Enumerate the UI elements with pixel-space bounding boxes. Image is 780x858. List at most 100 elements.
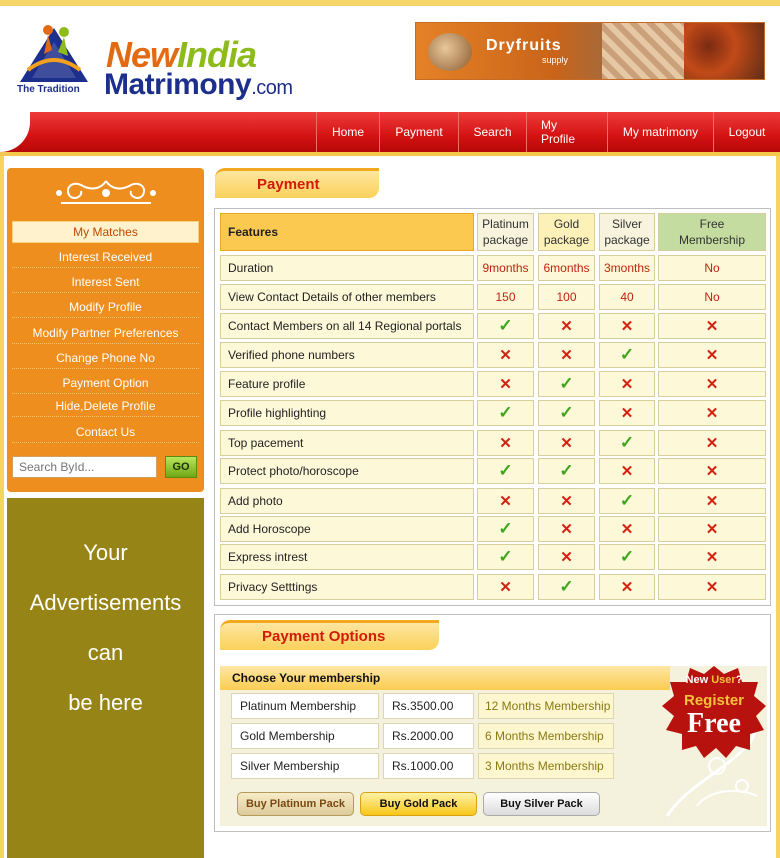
nav-my-matrimony[interactable]: My matrimony: [607, 112, 713, 152]
register-free-badge[interactable]: New User? Register Free: [660, 664, 768, 762]
sidebar-item-contact-us[interactable]: Contact Us: [12, 421, 199, 443]
feature-name: Protect photo/horoscope: [220, 458, 474, 484]
check-icon: ✓: [477, 313, 534, 339]
cross-icon: ✕: [658, 371, 766, 397]
payment-options-heading: Payment Options: [220, 620, 439, 650]
cross-icon: ✕: [658, 430, 766, 456]
cross-icon: ✕: [538, 488, 595, 514]
logo-emblem-icon: [20, 25, 88, 82]
plan-name-silver: Silver Membership: [231, 753, 379, 779]
top-strip: [0, 0, 780, 6]
choose-membership-bar: Choose Your membership: [220, 666, 670, 690]
check-icon: ✓: [477, 458, 534, 484]
feature-value: 3months: [599, 255, 655, 281]
site-logo[interactable]: NewIndia Matrimony.com The Tradition: [14, 18, 324, 104]
check-icon: ✓: [477, 516, 534, 542]
ad-title: Dryfruits: [486, 37, 562, 54]
new-user-label: New User?: [685, 674, 743, 686]
header-features: Features: [220, 213, 474, 251]
feature-name: Add Horoscope: [220, 516, 474, 542]
go-button[interactable]: GO: [165, 456, 197, 478]
feature-name: Top pacement: [220, 430, 474, 456]
cross-icon: ✕: [658, 488, 766, 514]
nav-payment[interactable]: Payment: [379, 112, 458, 152]
plan-name-platinum: Platinum Membership: [231, 693, 379, 719]
logo-text-matrimony: Matrimony.com: [104, 68, 293, 101]
sidebar-item-interest-sent[interactable]: Interest Sent: [12, 271, 199, 293]
sidebar-item-modify-partner-preferences[interactable]: Modify Partner Preferences: [12, 322, 199, 344]
check-icon: ✓: [538, 400, 595, 426]
cross-icon: ✕: [599, 458, 655, 484]
sidebar-item-hide-delete-profile[interactable]: Hide,Delete Profile: [12, 395, 199, 417]
sidebar-item-modify-profile[interactable]: Modify Profile: [12, 296, 199, 318]
cross-icon: ✕: [538, 516, 595, 542]
buy-platinum-button[interactable]: Buy Platinum Pack: [237, 792, 354, 816]
header-silver: Silver package: [599, 213, 655, 251]
nav-search[interactable]: Search: [458, 112, 526, 152]
nav-my-profile[interactable]: My Profile: [526, 112, 607, 152]
sidebar-item-interest-received[interactable]: Interest Received: [12, 246, 199, 268]
adv-line: be here: [68, 690, 143, 715]
buy-gold-button[interactable]: Buy Gold Pack: [360, 792, 477, 816]
cross-icon: ✕: [658, 544, 766, 570]
sidebar-item-payment-option[interactable]: Payment Option: [12, 372, 199, 394]
plan-duration-gold: 6 Months Membership: [478, 723, 614, 749]
header-gold: Gold package: [538, 213, 595, 251]
cross-icon: ✕: [599, 516, 655, 542]
cross-icon: ✕: [658, 400, 766, 426]
feature-value: 150: [477, 284, 534, 310]
ornament-icon: [7, 168, 204, 216]
plan-price-platinum: Rs.3500.00: [383, 693, 474, 719]
feature-name: Contact Members on all 14 Regional porta…: [220, 313, 474, 339]
cross-icon: ✕: [477, 342, 534, 368]
spice-image: [684, 23, 764, 79]
search-by-id-input[interactable]: [12, 456, 157, 478]
cross-icon: ✕: [538, 342, 595, 368]
cross-icon: ✕: [599, 400, 655, 426]
cross-icon: ✕: [658, 516, 766, 542]
cross-icon: ✕: [477, 430, 534, 456]
free-label: Free: [687, 708, 741, 739]
cross-icon: ✕: [477, 574, 534, 600]
advertisement-box: Your Advertisements can be here: [7, 498, 204, 858]
cross-icon: ✕: [599, 371, 655, 397]
header-free: Free Membership: [658, 213, 766, 251]
feature-name: Duration: [220, 255, 474, 281]
main-nav: Home Payment Search My Profile My matrim…: [0, 112, 780, 152]
plan-price-gold: Rs.2000.00: [383, 723, 474, 749]
payment-heading: Payment: [215, 168, 379, 198]
logo-tagline: The Tradition: [17, 84, 80, 95]
ad-subtitle: supply: [542, 55, 569, 65]
cross-icon: ✕: [658, 342, 766, 368]
header-platinum: Platinum package: [477, 213, 534, 251]
sidebar-item-change-phone[interactable]: Change Phone No: [12, 347, 199, 369]
adv-line: Advertisements: [29, 590, 182, 615]
cross-icon: ✕: [658, 313, 766, 339]
feature-name: Profile highlighting: [220, 400, 474, 426]
check-icon: ✓: [599, 544, 655, 570]
feature-name: Privacy Setttings: [220, 574, 474, 600]
nav-home[interactable]: Home: [316, 112, 379, 152]
feature-value: No: [658, 284, 766, 310]
cross-icon: ✕: [599, 574, 655, 600]
feature-value: 100: [538, 284, 595, 310]
cross-icon: ✕: [658, 458, 766, 484]
feature-name: Express intrest: [220, 544, 474, 570]
feature-value: No: [658, 255, 766, 281]
check-icon: ✓: [599, 488, 655, 514]
plan-name-gold: Gold Membership: [231, 723, 379, 749]
page: NewIndia Matrimony.com The Tradition Dry…: [0, 0, 780, 858]
check-icon: ✓: [599, 430, 655, 456]
check-icon: ✓: [538, 574, 595, 600]
register-label: Register: [683, 692, 745, 709]
nav-items: Home Payment Search My Profile My matrim…: [316, 112, 780, 152]
check-icon: ✓: [599, 342, 655, 368]
cross-icon: ✕: [538, 313, 595, 339]
cross-icon: ✕: [538, 430, 595, 456]
cross-icon: ✕: [538, 544, 595, 570]
dryfruits-ad-banner[interactable]: Dryfruits supply: [415, 22, 765, 80]
buy-silver-button[interactable]: Buy Silver Pack: [483, 792, 600, 816]
sidebar-item-my-matches[interactable]: My Matches: [12, 221, 199, 243]
cross-icon: ✕: [658, 574, 766, 600]
nav-logout[interactable]: Logout: [713, 112, 780, 152]
